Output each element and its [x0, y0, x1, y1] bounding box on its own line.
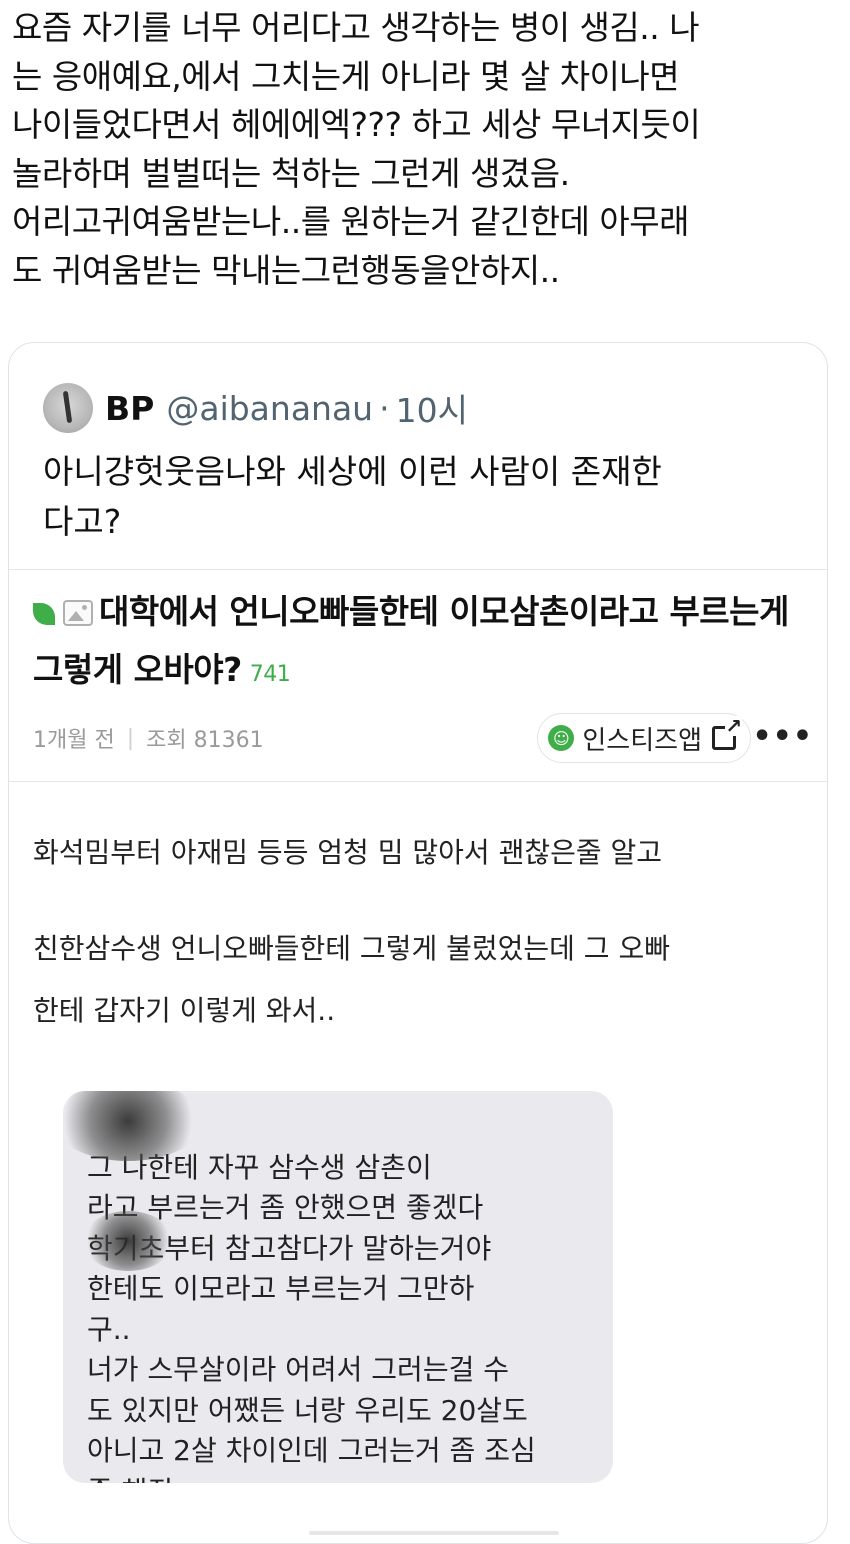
article-meta: 1개월 전 | 조회 81361 ☺ 인스티즈앱 •••: [33, 713, 813, 763]
post-age: 1개월 전: [33, 728, 115, 753]
quote-text: 아니걍헛웃음나와 세상에 이런 사람이 존재한 다고?: [43, 452, 662, 541]
article-paragraph: 한테 갑자기 이렇게 와서..: [33, 994, 336, 1027]
article-title-line[interactable]: 대학에서 언니오빠들한테 이모삼촌이라고 부르는게 그렇게 오바야? 741: [33, 583, 813, 704]
view-count: 조회 81361: [146, 728, 264, 753]
avatar[interactable]: [43, 383, 93, 433]
external-link-icon: [712, 716, 742, 750]
quoted-tweet-card[interactable]: BP @aibananau · 10시 아니걍헛웃음나와 세상에 이런 사람이 …: [8, 342, 828, 1544]
open-in-app-label: 인스티즈앱: [582, 725, 702, 756]
tweet-text: 요즘 자기를 너무 어리다고 생각하는 병이 생김.. 나 는 응애예요,에서 …: [12, 8, 701, 290]
quote-header: BP @aibananau · 10시: [43, 383, 468, 433]
article-paragraph: 친한삼수생 언니오빠들한테 그렇게 불렀었는데 그 오빠: [33, 932, 670, 965]
censor-blur: [83, 1211, 173, 1271]
more-icon[interactable]: •••: [752, 719, 813, 754]
smile-icon: ☺: [548, 725, 575, 751]
article-paragraph: 화석밈부터 아재밈 등등 엄청 밈 많아서 괜찮은줄 알고: [33, 836, 663, 869]
divider: [9, 569, 827, 570]
open-in-app-button[interactable]: ☺ 인스티즈앱: [537, 713, 751, 763]
scroll-indicator: [309, 1531, 559, 1535]
leaf-icon: [33, 603, 55, 625]
quote-author-name[interactable]: BP: [105, 389, 154, 428]
chat-message: 그 나한테 자꾸 삼수생 삼촌이 라고 부르는거 좀 안했으면 좋겠다 학기초부…: [87, 1150, 536, 1484]
quote-author-handle[interactable]: @aibananau: [166, 389, 373, 428]
article-body: 화석밈부터 아재밈 등등 엄청 밈 많아서 괜찮은줄 알고 친한삼수생 언니오빠…: [33, 833, 813, 1087]
quote-timestamp[interactable]: 10시: [396, 384, 468, 432]
separator-dot: ·: [379, 388, 390, 428]
image-icon: [63, 600, 93, 626]
comment-count: 741: [249, 662, 291, 687]
article-title[interactable]: 대학에서 언니오빠들한테 이모삼촌이라고 부르는게 그렇게 오바야?: [33, 592, 789, 689]
meta-separator: |: [126, 725, 135, 751]
divider: [9, 781, 827, 782]
chat-screenshot-bubble: 그 나한테 자꾸 삼수생 삼촌이 라고 부르는거 좀 안했으면 좋겠다 학기초부…: [63, 1091, 613, 1483]
